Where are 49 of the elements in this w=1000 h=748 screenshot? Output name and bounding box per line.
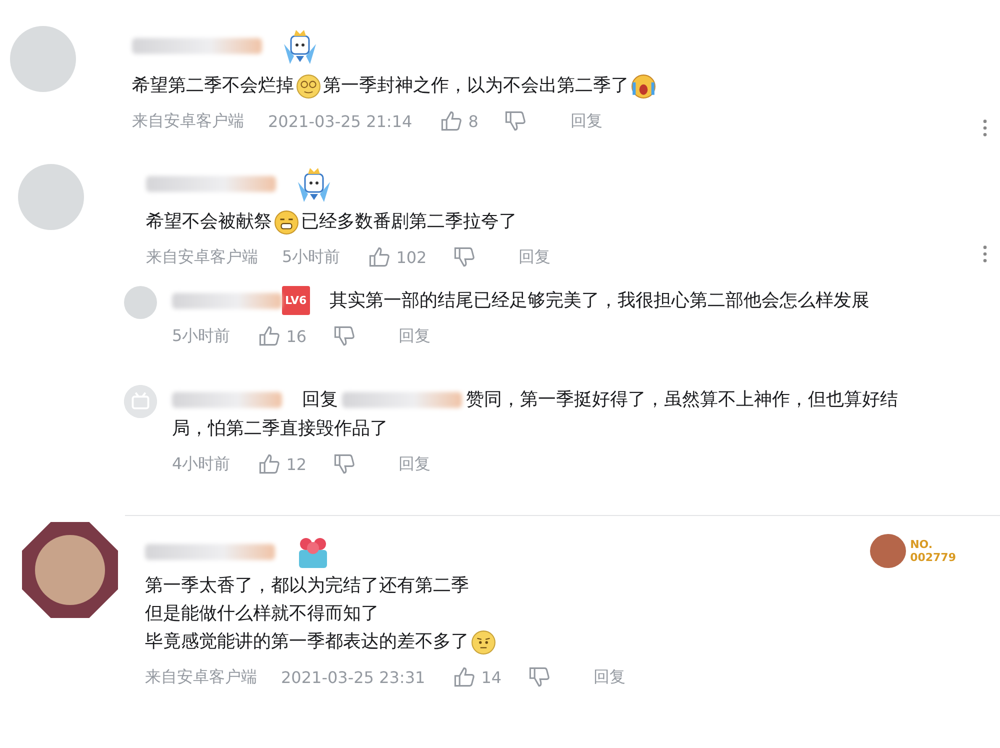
- comment-text: 已经多数番剧第二季拉夸了: [301, 210, 517, 234]
- thumbs-up-icon: [440, 110, 462, 132]
- like-button[interactable]: 14: [453, 666, 502, 688]
- reply-text: 赞同，第一季挺好得了，虽然算不上神作，但也算好结: [466, 388, 898, 412]
- comment-text: 但是能做什么样就不得而知了: [145, 602, 379, 626]
- comment-time: 5小时前: [282, 246, 340, 268]
- dislike-icon[interactable]: [332, 325, 355, 347]
- reply-text: 其实第一部的结尾已经足够完美了，我很担心第二部他会怎么样发展: [330, 289, 870, 313]
- dizzy-face-emoji-icon: [296, 74, 321, 98]
- reply-text: 局，怕第二季直接毁作品了: [172, 417, 388, 441]
- reply-button[interactable]: 回复: [518, 246, 551, 268]
- thumbs-up-icon: [258, 453, 280, 475]
- comment-time: 5小时前: [172, 326, 230, 346]
- client-source: 来自安卓客户端: [132, 110, 244, 132]
- crying-face-emoji-icon: [631, 74, 656, 98]
- fan-badge-label: NO.: [910, 538, 934, 551]
- grinning-face-emoji-icon: [274, 210, 299, 234]
- comment-text: 第一季封神之作，以为不会出第二季了: [323, 74, 629, 98]
- comment-text: 希望不会被献祭: [146, 210, 272, 234]
- like-button[interactable]: 12: [258, 453, 307, 475]
- thumbs-up-icon: [453, 666, 476, 688]
- dislike-icon[interactable]: [528, 666, 550, 688]
- client-source: 来自安卓客户端: [145, 666, 257, 688]
- reply-button[interactable]: 回复: [570, 110, 602, 132]
- comment-time: 2021-03-25 21:14: [268, 112, 412, 130]
- doubtful-face-emoji-icon: [471, 630, 496, 654]
- like-button[interactable]: 102: [368, 246, 427, 268]
- client-source: 来自安卓客户端: [146, 246, 258, 268]
- reply-button[interactable]: 回复: [398, 326, 431, 346]
- thumbs-up-icon: [368, 246, 390, 268]
- like-button[interactable]: 8: [440, 110, 478, 132]
- like-button[interactable]: 16: [258, 325, 307, 347]
- dislike-icon[interactable]: [332, 453, 355, 475]
- reply-button[interactable]: 回复: [398, 454, 431, 474]
- dislike-icon[interactable]: [452, 246, 475, 268]
- level-badge: LV6: [282, 286, 310, 315]
- dislike-icon[interactable]: [504, 110, 526, 132]
- character-sticker-icon: [870, 534, 906, 568]
- comment-time: 2021-03-25 23:31: [281, 668, 426, 686]
- fan-badge-number: 002779: [910, 551, 956, 564]
- comment-text: 希望第二季不会烂掉: [132, 74, 294, 98]
- comment-text: 第一季太香了，都以为完结了还有第二季: [145, 574, 469, 598]
- comment-text: 毕竟感觉能讲的第一季都表达的差不多了: [145, 630, 469, 654]
- more-options-icon[interactable]: [982, 244, 988, 264]
- reply-label: 回复: [302, 388, 338, 412]
- more-options-icon[interactable]: [982, 118, 988, 138]
- comment-time: 4小时前: [172, 454, 230, 474]
- thumbs-up-icon: [258, 325, 280, 347]
- reply-button[interactable]: 回复: [594, 666, 626, 688]
